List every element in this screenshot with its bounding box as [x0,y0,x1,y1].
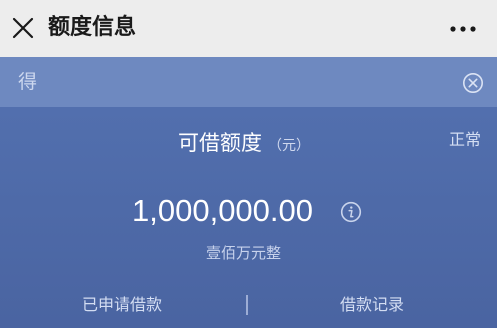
loan-records-button[interactable]: 借款记录 [340,293,404,317]
notice-bar: 得 [0,57,497,107]
credit-quota-panel: 得 可借额度 （元） 正常 1,000,000.00 壹佰万元整 已申请借款 借款… [0,57,497,328]
quota-label-text: 可借额度 [178,131,262,155]
footer-divider [246,295,248,315]
info-icon[interactable] [340,201,362,223]
status-badge: 正常 [449,130,482,149]
amount-in-words: 壹佰万元整 [206,244,282,262]
close-icon[interactable] [10,15,36,41]
quota-label: 可借额度 （元） [178,129,310,160]
footer-actions: 已申请借款 借款记录 [0,285,497,328]
page-title: 额度信息 [48,15,137,40]
applied-loans-button[interactable]: 已申请借款 [82,293,162,317]
top-navigation-bar: 额度信息 [0,0,497,57]
quota-amount: 1,000,000.00 [132,193,314,228]
quota-unit: （元） [268,138,310,154]
circle-close-icon[interactable] [462,72,484,94]
notice-text: 得 [18,71,38,93]
more-dots-icon[interactable] [448,19,478,39]
